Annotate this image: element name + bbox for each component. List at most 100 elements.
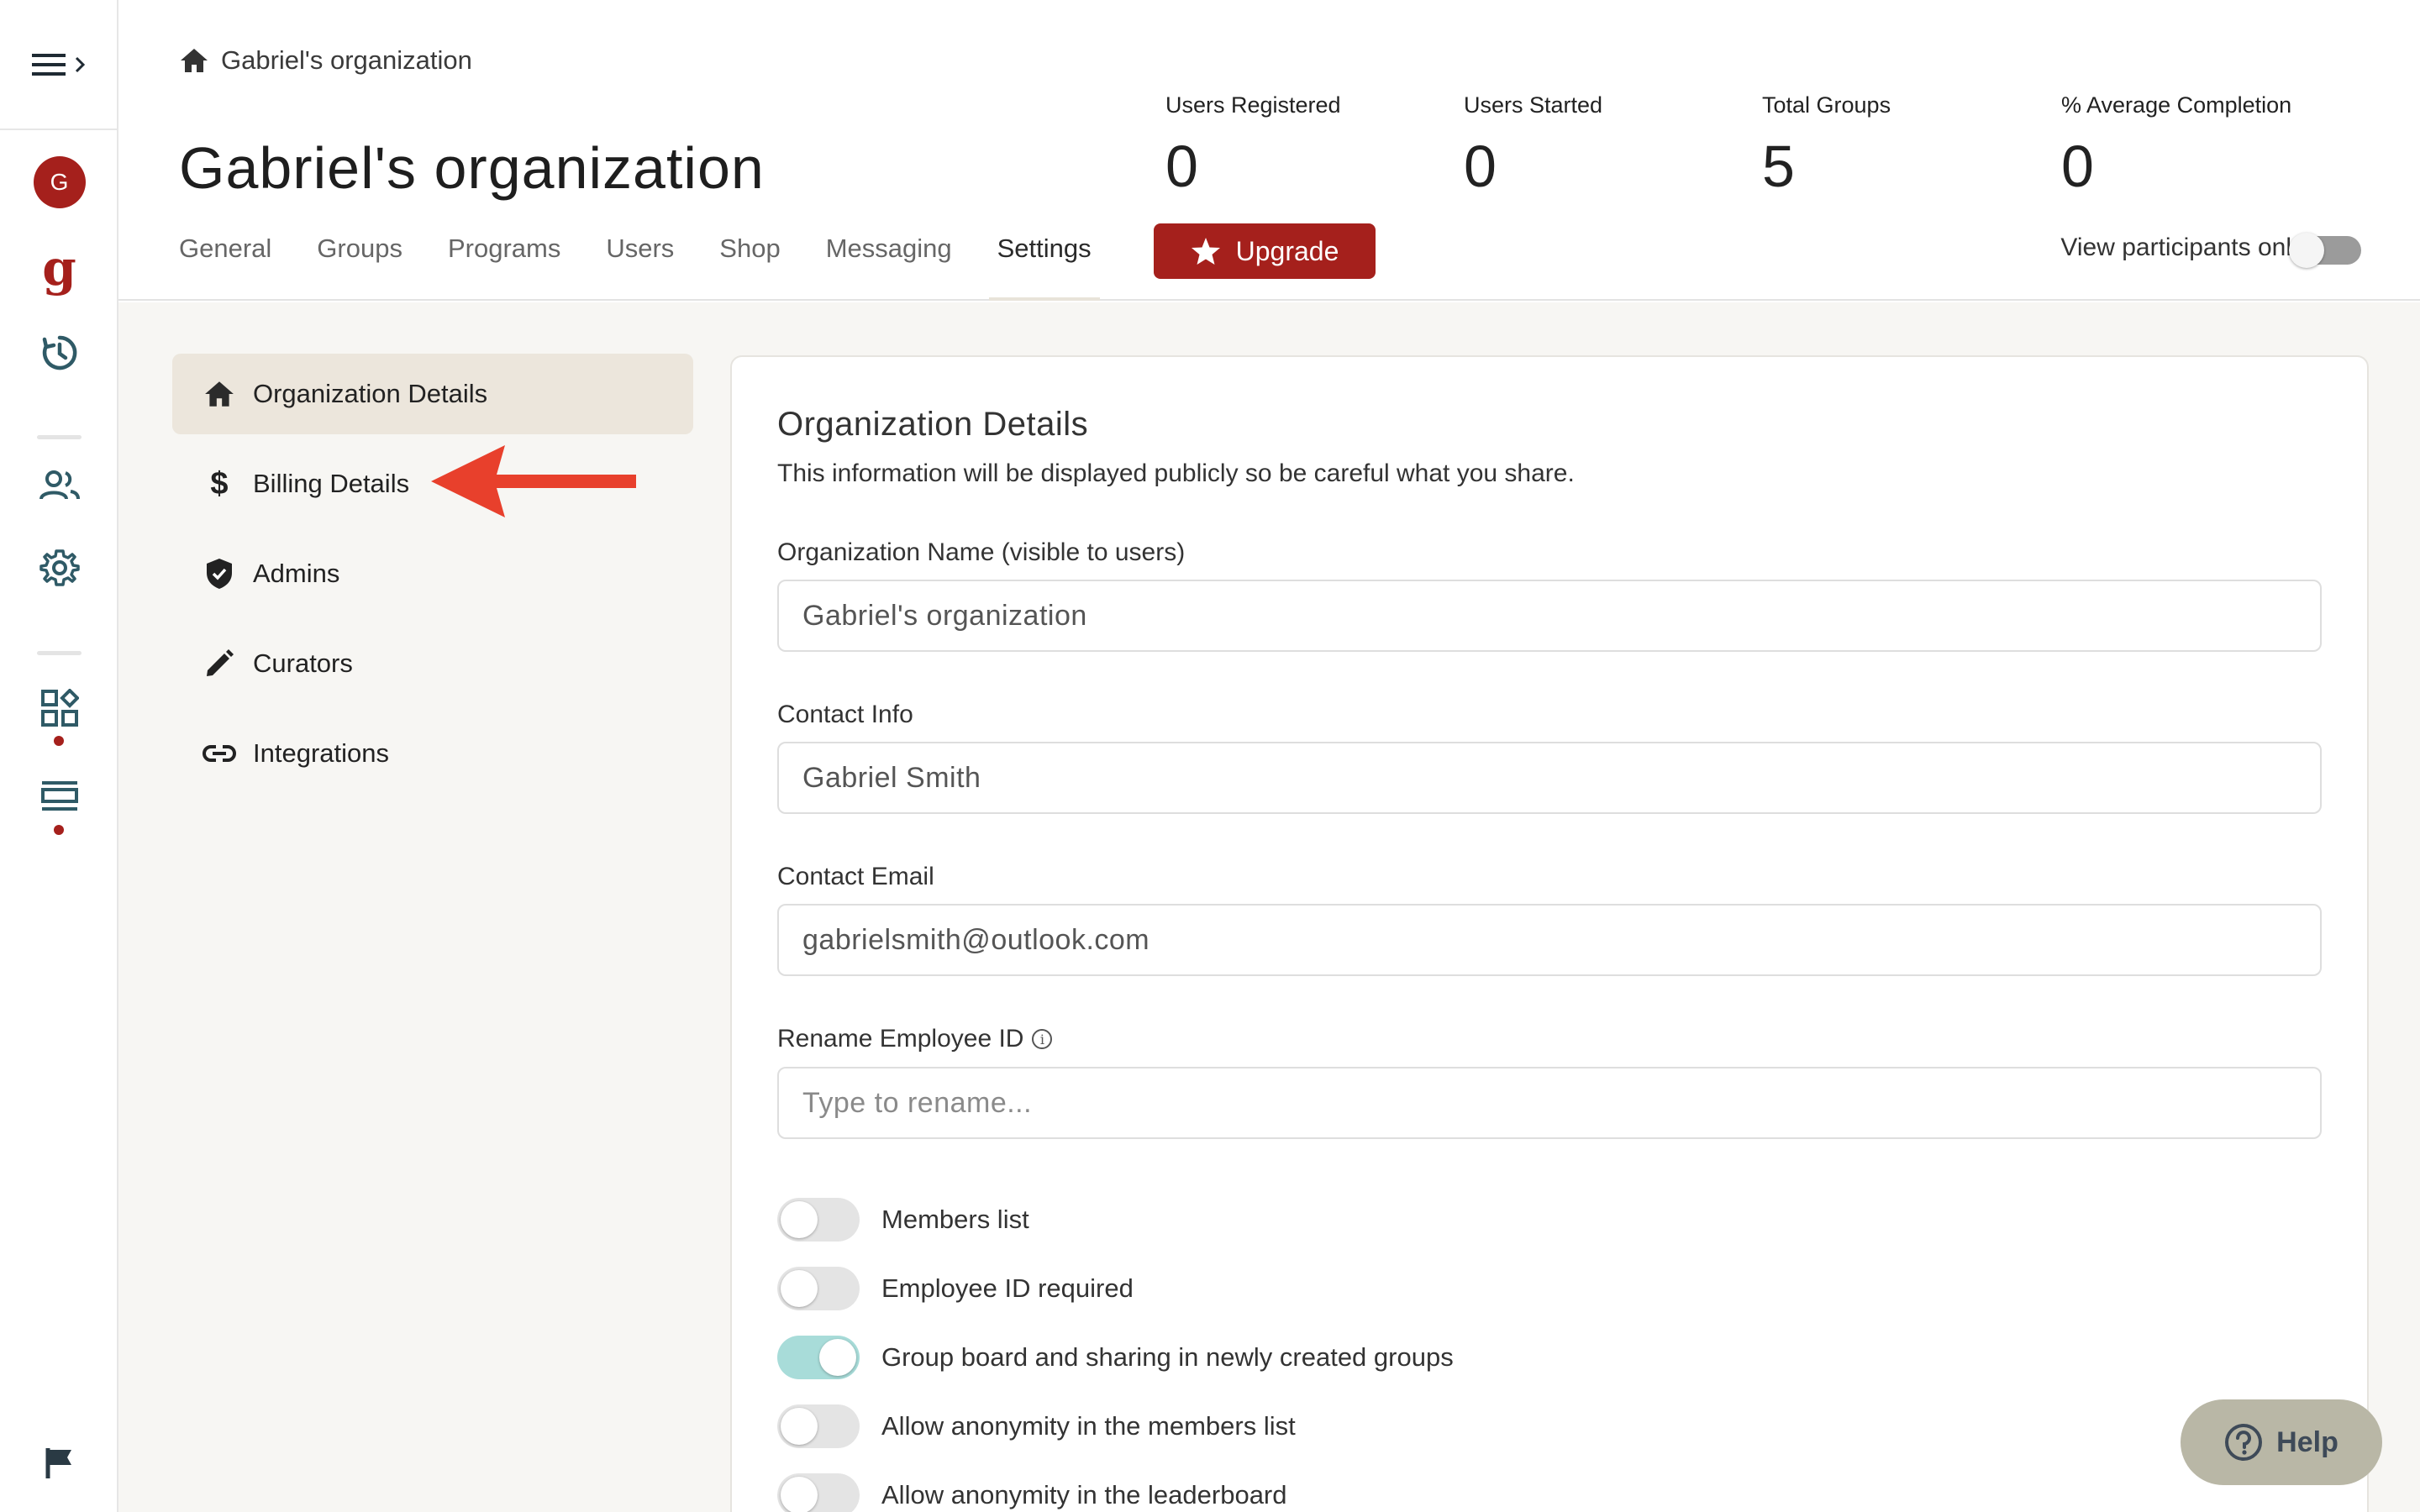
- toggle-label: Members list: [881, 1205, 1029, 1234]
- toggle-label: Employee ID required: [881, 1273, 1134, 1303]
- rename-employee-id-label: Rename Employee ID i: [777, 1025, 1053, 1053]
- stat-label: Users Registered: [1165, 92, 1341, 118]
- tab-settings[interactable]: Settings: [988, 222, 1100, 301]
- rail-history-item[interactable]: [0, 333, 118, 373]
- breadcrumb-label[interactable]: Gabriel's organization: [221, 45, 472, 76]
- sidebar-item-label: Billing Details: [253, 469, 410, 498]
- notification-dot: [54, 736, 64, 746]
- stat-value: 5: [1762, 134, 1795, 199]
- shield-check-icon: [203, 558, 236, 590]
- stat-average-completion: % Average Completion 0: [2061, 92, 2291, 196]
- star-icon: [1191, 238, 1220, 265]
- chevron-right-icon: [75, 56, 85, 72]
- org-name-input[interactable]: [777, 580, 2322, 652]
- breadcrumb[interactable]: Gabriel's organization: [179, 45, 472, 76]
- sidebar-item-organization-details[interactable]: Organization Details: [172, 354, 693, 434]
- section-subtitle: This information will be displayed publi…: [777, 459, 1575, 487]
- sidebar-item-integrations[interactable]: Integrations: [172, 713, 693, 794]
- contact-email-label: Contact Email: [777, 863, 934, 890]
- view-participants-toggle[interactable]: [2289, 233, 2361, 268]
- menu-expand-button[interactable]: [31, 52, 86, 77]
- organization-details-card: Organization Details This information wi…: [730, 355, 2369, 1512]
- sidebar-item-label: Admins: [253, 559, 340, 588]
- history-icon: [42, 335, 76, 370]
- rail-layout-item[interactable]: [0, 780, 118, 813]
- layout-icon: [40, 781, 78, 811]
- upgrade-label: Upgrade: [1235, 235, 1339, 266]
- employee-id-required-toggle[interactable]: [777, 1267, 860, 1310]
- stat-users-started: Users Started 0: [1464, 92, 1602, 196]
- widgets-icon: [40, 689, 79, 727]
- help-icon: [2225, 1424, 2263, 1461]
- people-icon: [39, 470, 80, 500]
- help-button[interactable]: Help: [2181, 1399, 2382, 1485]
- tab-messaging[interactable]: Messaging: [826, 222, 952, 301]
- rename-employee-id-text: Rename Employee ID: [777, 1025, 1024, 1053]
- main-content: Organization Details $ Billing Details A…: [118, 302, 2420, 1512]
- toggle-label: Allow anonymity in the leaderboard: [881, 1480, 1287, 1509]
- hamburger-icon: [31, 53, 66, 76]
- rail-logo-item[interactable]: g: [0, 244, 118, 292]
- pencil-icon: [203, 648, 236, 679]
- section-title: Organization Details: [777, 406, 1089, 443]
- tab-general[interactable]: General: [179, 222, 271, 301]
- sidebar-item-curators[interactable]: Curators: [172, 623, 693, 704]
- contact-info-input[interactable]: [777, 742, 2322, 814]
- toggle-row-anonymity-members: Allow anonymity in the members list: [777, 1404, 1296, 1448]
- annotation-arrow-icon: [431, 445, 636, 517]
- members-list-toggle[interactable]: [777, 1198, 860, 1242]
- home-icon: [181, 49, 208, 72]
- toggle-row-members-list: Members list: [777, 1198, 1029, 1242]
- tab-users[interactable]: Users: [606, 222, 674, 301]
- stat-value: 0: [2061, 134, 2094, 199]
- home-icon: [203, 380, 236, 408]
- rail-divider: [37, 651, 82, 655]
- upgrade-button[interactable]: Upgrade: [1154, 223, 1376, 279]
- toggle-row-employee-id-required: Employee ID required: [777, 1267, 1134, 1310]
- rail-header: [0, 0, 117, 130]
- stat-label: Total Groups: [1762, 92, 1891, 118]
- toggle-label: Group board and sharing in newly created…: [881, 1342, 1454, 1372]
- stat-value: 0: [1165, 134, 1198, 199]
- sidebar-item-label: Curators: [253, 648, 353, 678]
- group-board-toggle[interactable]: [777, 1336, 860, 1379]
- stat-label: Users Started: [1464, 92, 1603, 118]
- dollar-icon: $: [210, 465, 229, 501]
- notification-dot: [54, 825, 64, 835]
- anonymity-leaderboard-toggle[interactable]: [777, 1473, 860, 1512]
- sidebar-item-label: Integrations: [253, 738, 389, 768]
- sidebar-item-admins[interactable]: Admins: [172, 533, 693, 614]
- tab-programs[interactable]: Programs: [448, 222, 560, 301]
- contact-email-input[interactable]: [777, 904, 2322, 976]
- anonymity-members-toggle[interactable]: [777, 1404, 860, 1448]
- stat-label: % Average Completion: [2061, 92, 2292, 118]
- tab-bar: General Groups Programs Users Shop Messa…: [179, 222, 1137, 301]
- page-header: Gabriel's organization Gabriel's organiz…: [118, 0, 2420, 301]
- toggle-label: Allow anonymity in the members list: [881, 1411, 1296, 1441]
- left-rail: G g: [0, 0, 118, 1512]
- rail-settings-item[interactable]: [0, 548, 118, 588]
- settings-sidebar: Organization Details $ Billing Details A…: [172, 354, 693, 803]
- rail-flag-item[interactable]: [0, 1446, 118, 1480]
- avatar[interactable]: G: [33, 156, 86, 208]
- org-name-label: Organization Name (visible to users): [777, 538, 1186, 566]
- rename-employee-id-input[interactable]: [777, 1067, 2322, 1139]
- flag-icon: [45, 1448, 71, 1478]
- sidebar-item-label: Organization Details: [253, 379, 488, 408]
- contact-info-label: Contact Info: [777, 701, 913, 728]
- tab-shop[interactable]: Shop: [719, 222, 780, 301]
- stat-users-registered: Users Registered 0: [1165, 92, 1341, 196]
- brand-logo[interactable]: g: [42, 244, 76, 292]
- rail-people-item[interactable]: [0, 469, 118, 502]
- tab-groups[interactable]: Groups: [317, 222, 402, 301]
- gear-icon: [39, 549, 80, 586]
- stat-value: 0: [1464, 134, 1497, 199]
- link-icon: [203, 743, 236, 764]
- rail-widgets-item[interactable]: [0, 689, 118, 727]
- rail-divider: [37, 435, 82, 439]
- info-icon[interactable]: i: [1032, 1029, 1053, 1049]
- help-label: Help: [2276, 1425, 2338, 1458]
- page-title: Gabriel's organization: [179, 135, 765, 201]
- rail-avatar-item[interactable]: G: [0, 156, 118, 208]
- toggle-row-anonymity-leaderboard: Allow anonymity in the leaderboard: [777, 1473, 1287, 1512]
